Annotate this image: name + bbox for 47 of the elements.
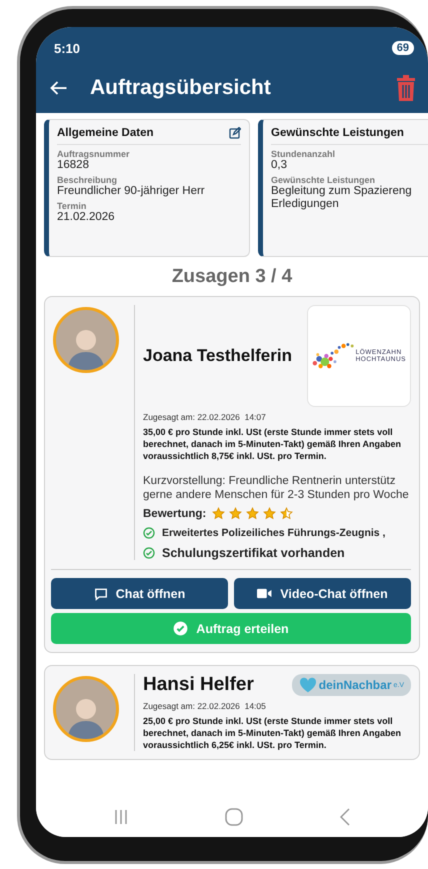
price-text: 35,00 € pro Stunde inkl. USt (erste Stunde immer stets voll berechnet, danach im 5-Minuten-Takt) gemäß Ihren Angaben voraussichtlich 8,75€ inkl. USt. pro Termin. — [143, 426, 402, 462]
helper-name: Hansi Helfer — [143, 674, 254, 696]
chat-bubble-icon — [94, 586, 108, 600]
field-value: 21.02.2026 — [57, 211, 116, 224]
page-title: Auftragsübersicht — [90, 76, 272, 100]
check-circle-icon — [143, 527, 155, 539]
chat-button[interactable]: Chat öffnen — [51, 578, 228, 609]
star-icon — [280, 507, 294, 520]
field-value: Freundlicher 90-jähriger Herr — [57, 185, 206, 198]
certificate-text: Schulungszertifikat vorhanden — [162, 546, 345, 560]
trash-icon[interactable] — [396, 75, 416, 101]
recent-apps-icon[interactable] — [114, 809, 128, 825]
accepted-date: Zugesagt am: 22.02.2026 14:05 — [143, 701, 267, 711]
star-icon — [246, 507, 260, 520]
logo-text: deinNachbar — [318, 678, 392, 692]
field-label: Gewünschte Leistungen — [271, 175, 376, 185]
field-label: Beschreibung — [57, 175, 118, 185]
intro-text: Kurzvorstellung: Freundliche Rentnerin unterstütz gerne andere Menschen für 2-3 Stunden pro Woche — [143, 474, 410, 502]
field-value: Begleitung zum Spaziereng — [271, 185, 413, 198]
rating-label: Bewertung: — [143, 508, 206, 520]
edit-icon[interactable] — [229, 127, 241, 139]
field-value: 16828 — [57, 159, 90, 172]
back-arrow-icon[interactable] — [50, 80, 68, 96]
card-title: Gewünschte Leistungen — [271, 127, 404, 139]
back-icon[interactable] — [340, 808, 350, 826]
battery-level: 69 — [392, 41, 414, 55]
video-camera-icon — [257, 588, 272, 599]
status-time: 5:10 — [54, 40, 80, 56]
check-circle-icon — [143, 547, 155, 559]
heart-icon — [298, 677, 317, 693]
field-value: Erledigungen — [271, 198, 340, 211]
field-label: Stundenanzahl — [271, 149, 336, 159]
star-icon — [229, 507, 242, 520]
helper-name: Joana Testhelferin — [143, 346, 292, 366]
home-icon[interactable] — [224, 808, 243, 826]
accepted-date: Zugesagt am: 22.02.2026 14:07 — [143, 412, 267, 422]
video-chat-button[interactable]: Video-Chat öffnen — [234, 578, 411, 609]
field-label: Auftragsnummer — [57, 149, 131, 159]
price-text: 25,00 € pro Stunde inkl. USt (erste Stunde immer stets voll berechnet, danach im 5-Minuten-Takt) gemäß Ihren Angaben voraussichtlich 6,25€ inkl. USt. pro Termin. — [143, 715, 402, 751]
field-value: 0,3 — [271, 159, 288, 172]
section-title: Zusagen 3 / 4 — [170, 266, 294, 288]
star-icon — [263, 507, 276, 520]
check-circle-icon — [173, 621, 188, 636]
field-label: Termin — [57, 201, 88, 211]
star-icon — [212, 507, 226, 520]
certificate-text: Erweitertes Polizeiliches Führungs-Zeugnis , — [162, 527, 386, 539]
card-title: Allgemeine Daten — [57, 127, 154, 139]
